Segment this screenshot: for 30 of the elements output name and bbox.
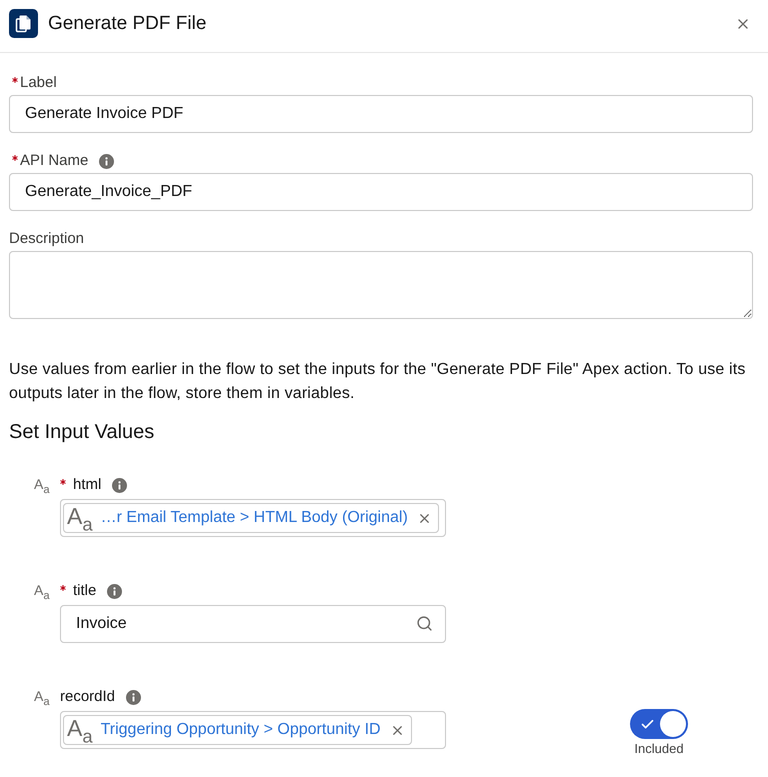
section-title: Set Input Values [9, 420, 156, 444]
toggle-label: Included [634, 741, 684, 757]
info-icon[interactable] [112, 478, 128, 492]
info-icon[interactable] [99, 154, 114, 168]
input-name: html [73, 476, 102, 494]
input-name: title [73, 582, 96, 600]
documents-icon [9, 9, 38, 38]
text-field[interactable]: Generate_Invoice_PDF [9, 173, 753, 211]
data-type-icon: A$_{a}$ [34, 582, 50, 600]
field-label: Label [20, 74, 57, 92]
text-field[interactable]: Generate Invoice PDF [9, 95, 753, 133]
data-type-icon: A$_{a}$ [67, 717, 93, 743]
dialog-title: Generate PDF File [48, 12, 208, 36]
data-type-icon: A$_{a}$ [67, 505, 93, 531]
resource-pill[interactable]: A$_{a}$ …r Email Template > HTML Body (Original) [63, 503, 439, 533]
input-name: recordId [60, 688, 116, 706]
included-toggle[interactable] [630, 709, 688, 739]
data-type-icon: A$_{a}$ [34, 688, 50, 706]
resource-pill[interactable]: A$_{a}$ Triggering Opportunity > Opportunity ID [63, 715, 412, 745]
field-label: API Name [20, 152, 88, 170]
info-icon[interactable] [126, 690, 142, 704]
info-icon[interactable] [107, 584, 122, 598]
search-icon [416, 615, 433, 632]
resource-field[interactable]: A$_{a}$ Triggering Opportunity > Opportunity ID [60, 711, 446, 749]
data-type-icon: A$_{a}$ [34, 476, 50, 494]
resource-field[interactable]: A$_{a}$ …r Email Template > HTML Body (Original) [60, 499, 446, 537]
intro-text: Use values from earlier in the flow to set the inputs for the "Generate PDF File" Apex action. To use its outputs later in the flow, store them in variables. [9, 360, 746, 404]
textarea-field[interactable] [9, 251, 753, 319]
field-label: Description [9, 230, 84, 248]
search-field[interactable]: Invoice [60, 605, 446, 643]
